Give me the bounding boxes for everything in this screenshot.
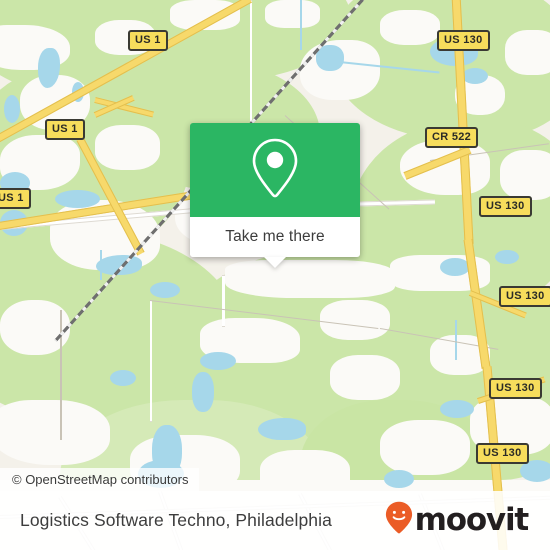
map-built-area [505, 30, 550, 75]
map-screenshot: US 1 US 130 US 1 CR 522 US 1 US 130 US 1… [0, 0, 550, 550]
highway-shield: US 130 [499, 286, 550, 307]
map-built-area [330, 355, 400, 400]
highway-shield: CR 522 [425, 127, 479, 148]
map-road [150, 300, 152, 422]
highway-shield: US 1 [45, 119, 85, 140]
map-built-area [500, 150, 550, 200]
map-road [222, 275, 225, 327]
moovit-wordmark: moovit [414, 502, 530, 538]
map-water-body [150, 282, 180, 298]
highway-shield: US 1 [0, 188, 31, 209]
map-built-area [95, 125, 160, 170]
popup-header [190, 123, 360, 217]
location-popup-card[interactable]: Take me there [190, 123, 360, 268]
map-stream [455, 320, 457, 360]
map-built-area [265, 0, 320, 28]
popup-tail [264, 257, 286, 268]
map-water-body [495, 250, 519, 264]
popup-footer[interactable]: Take me there [190, 217, 360, 268]
highway-shield: US 1 [128, 30, 168, 51]
map-built-area [320, 300, 390, 340]
map-water-body [110, 370, 136, 386]
bottom-info-bar: Logistics Software Techno, Philadelphia … [0, 491, 550, 550]
highway-shield: US 130 [437, 30, 490, 51]
map-water-body [258, 418, 306, 440]
attribution-text: © OpenStreetMap contributors [12, 472, 189, 487]
osm-attribution[interactable]: © OpenStreetMap contributors [0, 468, 199, 491]
map-water-body [55, 190, 100, 208]
map-built-area [0, 400, 110, 465]
map-built-area [225, 260, 395, 298]
moovit-pin-smiley-icon [385, 501, 413, 540]
map-water-body [440, 400, 474, 418]
moovit-brand[interactable]: moovit [385, 501, 530, 540]
map-water-body [4, 95, 20, 123]
map-water-body [384, 470, 414, 488]
map-water-body [192, 372, 214, 412]
map-built-area [380, 420, 470, 475]
map-track [60, 310, 62, 440]
highway-shield: US 130 [479, 196, 532, 217]
map-pin-icon [247, 135, 303, 206]
take-me-there-label: Take me there [225, 228, 325, 245]
map-water-body [462, 68, 488, 84]
map-built-area [380, 10, 440, 45]
map-road [250, 0, 252, 122]
map-stream [100, 250, 102, 280]
highway-shield: US 130 [489, 378, 542, 399]
highway-shield: US 130 [476, 443, 529, 464]
map-water-body [200, 352, 236, 370]
place-title: Logistics Software Techno, Philadelphia [20, 510, 332, 530]
map-stream [300, 0, 302, 50]
